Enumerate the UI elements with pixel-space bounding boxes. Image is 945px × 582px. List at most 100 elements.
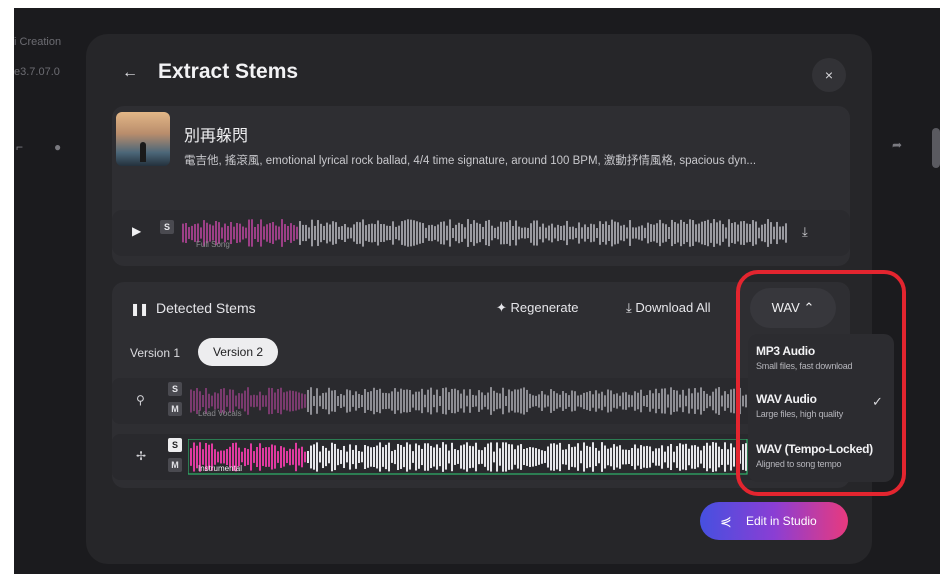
waveform-bar xyxy=(590,223,592,243)
waveform-bar xyxy=(682,389,684,413)
version-1-tab[interactable]: Version 1 xyxy=(130,346,180,360)
waveform-bar xyxy=(256,395,258,407)
waveform-bar xyxy=(214,449,216,465)
waveform-bar xyxy=(316,388,318,414)
waveform-bar xyxy=(319,451,321,463)
mute-badge[interactable]: M xyxy=(168,402,182,416)
waveform-bar xyxy=(616,446,618,468)
waveform-bar xyxy=(227,225,229,241)
waveform-bar xyxy=(292,390,294,412)
waveform-bar xyxy=(583,442,585,472)
back-arrow-icon[interactable]: ← xyxy=(122,64,138,82)
waveform-bar xyxy=(427,389,429,413)
instrumental-waveform[interactable] xyxy=(188,439,748,475)
background-text: e3.7.07.0 xyxy=(14,66,60,78)
waveform-bar xyxy=(524,227,526,239)
waveform-bar xyxy=(575,228,577,238)
waveform-bar xyxy=(508,389,510,413)
waveform-bar xyxy=(704,220,706,246)
waveform-bar xyxy=(289,448,291,466)
waveform-bar xyxy=(529,393,531,409)
waveform-bar xyxy=(193,390,195,412)
pause-icon[interactable]: ❚❚ xyxy=(130,302,149,316)
waveform-bar xyxy=(688,388,690,414)
waveform-bar xyxy=(511,391,513,411)
waveform-bar xyxy=(493,451,495,463)
waveform-bar xyxy=(214,392,216,410)
waveform-bar xyxy=(409,389,411,413)
waveform-bar xyxy=(641,225,643,241)
waveform-bar xyxy=(355,445,357,469)
waveform-bar xyxy=(220,450,222,464)
waveform-bar xyxy=(397,391,399,411)
waveform-bar xyxy=(598,393,600,409)
waveform-bar xyxy=(743,220,745,246)
waveform-bar xyxy=(712,391,714,411)
waveform-bar xyxy=(265,395,267,407)
solo-badge[interactable]: S xyxy=(168,382,182,396)
instrumental-label: Instrumental xyxy=(198,464,243,473)
full-song-waveform[interactable] xyxy=(180,216,790,250)
waveform-bar xyxy=(317,220,319,246)
solo-badge-active[interactable]: S xyxy=(168,438,182,452)
waveform-bar xyxy=(295,391,297,411)
waveform-bar xyxy=(665,224,667,242)
waveform-bar xyxy=(478,449,480,465)
waveform-bar xyxy=(667,394,669,408)
waveform-bar xyxy=(514,389,516,413)
scrollbar-handle[interactable] xyxy=(932,128,940,168)
edit-in-studio-button[interactable]: ⋞ Edit in Studio xyxy=(700,502,848,540)
waveform-bar xyxy=(637,448,639,466)
waveform-bar xyxy=(238,393,240,409)
waveform-bar xyxy=(583,392,585,410)
waveform-bar xyxy=(377,220,379,246)
play-icon[interactable]: ▶ xyxy=(132,224,141,238)
waveform-bar xyxy=(694,445,696,469)
waveform-bar xyxy=(412,394,414,408)
regenerate-button[interactable]: ✦ Regenerate xyxy=(496,300,578,316)
waveform-bar xyxy=(574,446,576,468)
waveform-bar xyxy=(334,443,336,471)
waveform-bar xyxy=(688,448,690,466)
waveform-bar xyxy=(674,222,676,244)
waveform-bar xyxy=(731,223,733,243)
waveform-bar xyxy=(472,446,474,468)
waveform-bar xyxy=(397,443,399,471)
waveform-bar xyxy=(706,442,708,472)
waveform-bar xyxy=(628,394,630,408)
waveform-bar xyxy=(422,223,424,243)
waveform-bar xyxy=(280,387,282,415)
waveform-bar xyxy=(631,447,633,467)
waveform-bar xyxy=(199,391,201,411)
waveform-bar xyxy=(247,449,249,465)
waveform-bar xyxy=(350,227,352,239)
waveform-bar xyxy=(493,390,495,412)
waveform-bar xyxy=(418,391,420,411)
waveform-bar xyxy=(499,448,501,466)
waveform-bar xyxy=(337,448,339,466)
waveform-bar xyxy=(565,449,567,465)
solo-badge[interactable]: S xyxy=(160,220,174,234)
waveform-bar xyxy=(514,449,516,465)
waveform-bar xyxy=(785,223,787,243)
waveform-bar xyxy=(344,224,346,242)
waveform-bar xyxy=(259,391,261,411)
waveform-bar xyxy=(643,395,645,407)
waveform-bar xyxy=(296,226,298,240)
waveform-bar xyxy=(307,450,309,464)
waveform-bar xyxy=(325,392,327,410)
version-2-tab[interactable]: Version 2 xyxy=(198,338,278,366)
waveform-bar xyxy=(269,223,271,243)
mute-badge[interactable]: M xyxy=(168,458,182,472)
download-icon[interactable]: ⤓ xyxy=(802,224,808,240)
waveform-bar xyxy=(283,392,285,410)
close-button[interactable]: × xyxy=(812,58,846,92)
download-all-button[interactable]: ⤓ Download All xyxy=(626,300,711,316)
waveform-bar xyxy=(392,221,394,245)
waveform-bar xyxy=(460,393,462,409)
waveform-bar xyxy=(226,449,228,465)
waveform-bar xyxy=(250,443,252,471)
lead-vocals-waveform[interactable] xyxy=(188,384,748,418)
waveform-bar xyxy=(281,219,283,247)
waveform-bar xyxy=(490,387,492,415)
